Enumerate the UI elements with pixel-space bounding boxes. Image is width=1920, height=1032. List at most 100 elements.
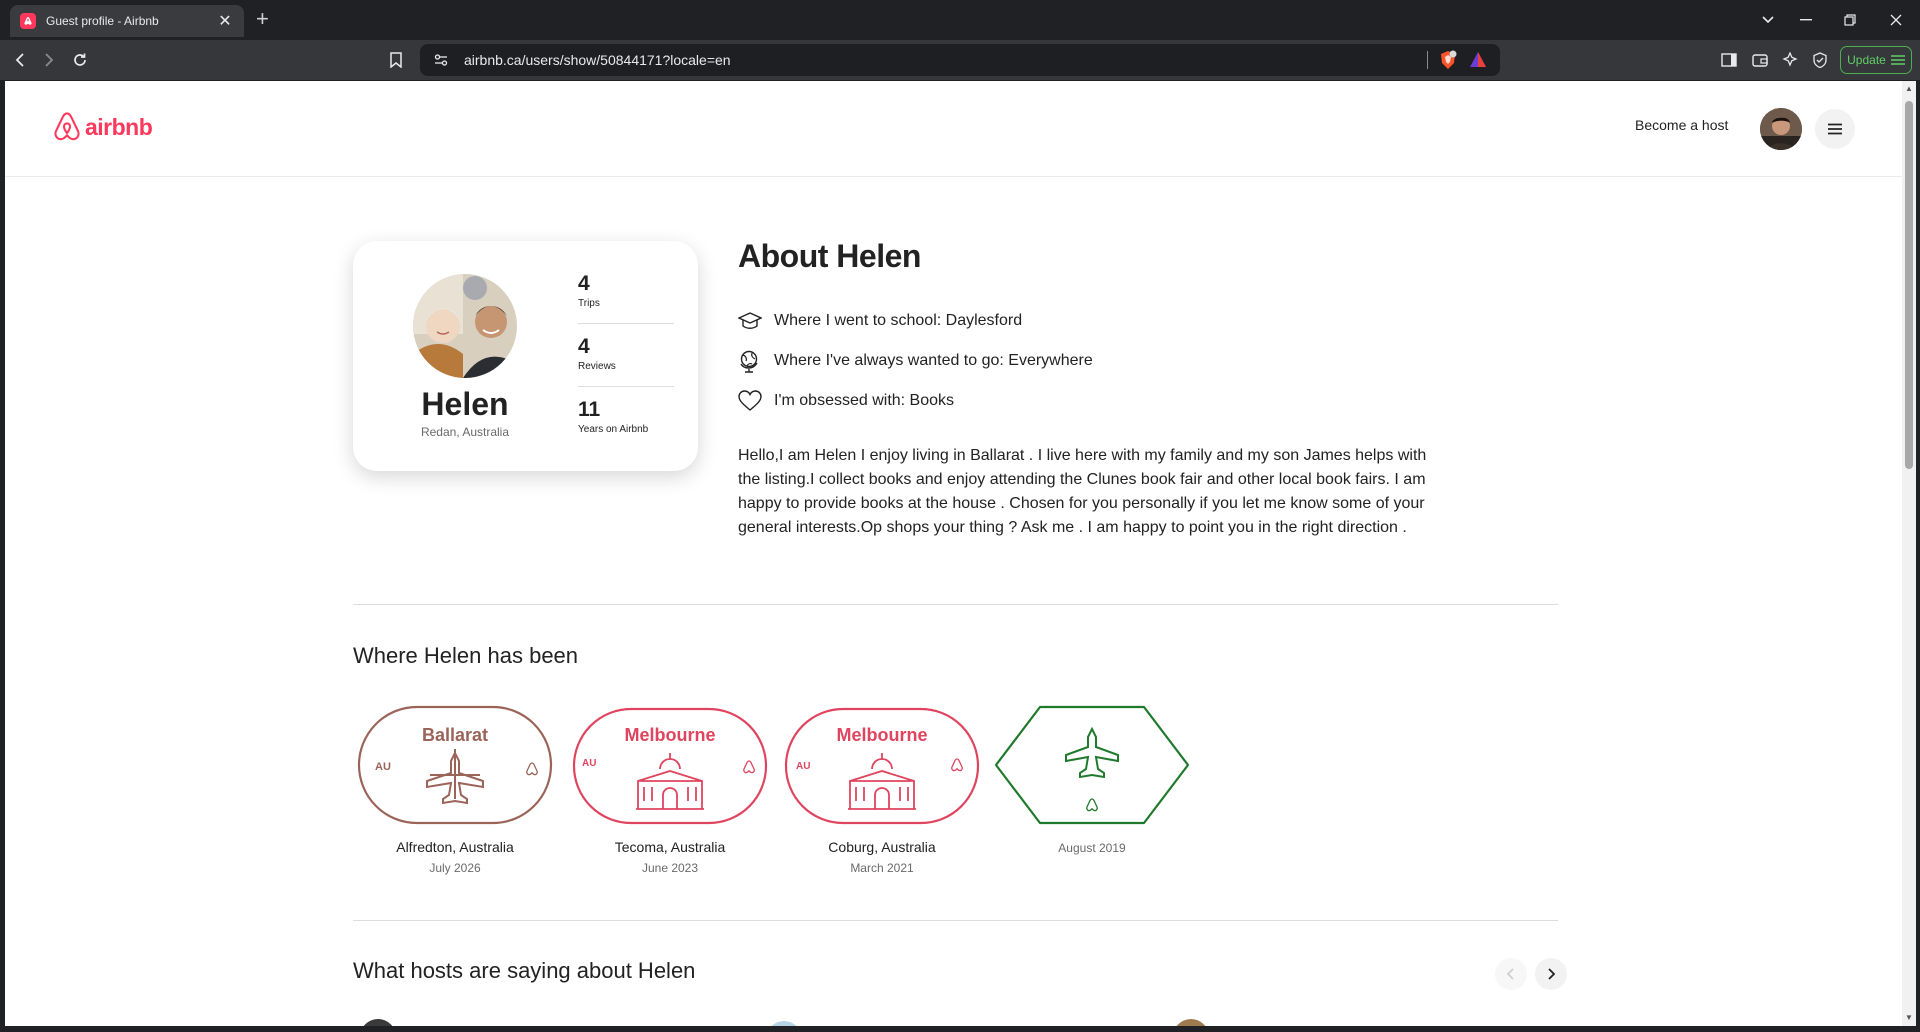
restore-icon[interactable] bbox=[1838, 8, 1862, 32]
stat-value: 11 bbox=[578, 398, 601, 421]
reviews-title: What hosts are saying about Helen bbox=[353, 958, 696, 983]
tab-title: Guest profile - Airbnb bbox=[46, 14, 159, 28]
section-divider bbox=[353, 604, 1558, 605]
building-icon bbox=[636, 753, 704, 810]
globe-icon bbox=[740, 350, 758, 373]
airplane-icon bbox=[1065, 726, 1119, 779]
tab-search-chevron-icon[interactable] bbox=[1756, 8, 1780, 32]
stat-reviews[interactable]: 4 Reviews bbox=[578, 335, 674, 372]
hamburger-icon bbox=[1828, 123, 1842, 135]
about-fact-text: Where I've always wanted to go: Everywhe… bbox=[774, 352, 1093, 369]
airbnb-belo-icon bbox=[1086, 798, 1098, 812]
stamp-place: Tecoma, Australia bbox=[614, 839, 726, 855]
passport-stamp-graphic: Melbourne AU bbox=[784, 707, 980, 825]
new-tab-icon[interactable]: + bbox=[256, 8, 269, 30]
main-menu-button[interactable] bbox=[1815, 109, 1855, 149]
carousel-prev-button[interactable] bbox=[1495, 958, 1527, 990]
hamburger-menu-icon bbox=[1890, 55, 1905, 65]
wallet-icon[interactable] bbox=[1750, 50, 1770, 70]
stamp-country: AU bbox=[582, 758, 596, 769]
review-avatar[interactable] bbox=[766, 1021, 802, 1026]
bookmark-icon[interactable] bbox=[385, 49, 407, 71]
stamp-city: Melbourne bbox=[624, 725, 715, 745]
browser-tab[interactable]: Guest profile - Airbnb ✕ bbox=[10, 5, 244, 37]
logo-text: airbnb bbox=[85, 113, 153, 140]
about-fact-school: Where I went to school: Daylesford bbox=[738, 309, 1022, 333]
about-title: About Helen bbox=[738, 238, 921, 274]
stat-years: 11 Years on Airbnb bbox=[578, 398, 674, 435]
stamp-date: August 2019 bbox=[1058, 841, 1126, 855]
minimize-icon[interactable] bbox=[1794, 8, 1818, 32]
stamp-city: Melbourne bbox=[836, 725, 927, 745]
where-been-title: Where Helen has been bbox=[353, 643, 579, 668]
carousel-next-button[interactable] bbox=[1535, 958, 1567, 990]
scrollbar-thumb[interactable] bbox=[1905, 101, 1913, 469]
site-header: airbnb Become a host bbox=[5, 81, 1902, 177]
user-avatar[interactable] bbox=[1760, 108, 1802, 150]
section-divider bbox=[353, 920, 1558, 921]
airbnb-logo[interactable]: airbnb bbox=[52, 111, 153, 143]
airbnb-belo-icon bbox=[951, 758, 963, 772]
passport-stamp-graphic: Ballarat AU bbox=[357, 705, 553, 825]
stat-label: Reviews bbox=[578, 361, 616, 372]
chevron-right-icon bbox=[1548, 968, 1555, 980]
leo-ai-icon[interactable] bbox=[1780, 50, 1800, 70]
stamp-country: AU bbox=[796, 761, 810, 772]
about-fact-text: I'm obsessed with: Books bbox=[774, 392, 955, 409]
airbnb-belo-icon bbox=[526, 762, 538, 776]
stat-trips: 4 Trips bbox=[578, 272, 674, 309]
profile-card: Helen Redan, Australia 4 Trips 4 Reviews… bbox=[353, 241, 698, 471]
sidebar-toggle-icon[interactable] bbox=[1719, 50, 1739, 70]
address-bar[interactable]: airbnb.ca/users/show/50844171?locale=en bbox=[420, 44, 1500, 76]
address-bar-separator bbox=[1427, 51, 1428, 69]
graduation-cap-icon bbox=[738, 312, 762, 329]
brave-rewards-icon[interactable] bbox=[1468, 50, 1488, 70]
stamp-date: July 2026 bbox=[429, 861, 481, 875]
stat-value: 4 bbox=[578, 272, 590, 295]
profile-name: Helen bbox=[421, 386, 509, 422]
building-icon bbox=[848, 753, 916, 810]
about-bio: Hello,I am Helen I enjoy living in Balla… bbox=[738, 447, 1427, 536]
close-window-icon[interactable] bbox=[1884, 8, 1908, 32]
review-avatar[interactable] bbox=[360, 1019, 396, 1026]
update-button[interactable]: Update bbox=[1840, 46, 1912, 74]
back-icon[interactable] bbox=[9, 49, 31, 71]
become-a-host-link[interactable]: Become a host bbox=[1635, 117, 1728, 133]
chevron-left-icon bbox=[1507, 968, 1514, 980]
stat-divider bbox=[578, 323, 674, 324]
stamp-date: June 2023 bbox=[641, 861, 699, 875]
update-label: Update bbox=[1847, 53, 1886, 67]
scroll-up-arrow-icon[interactable]: ▲ bbox=[1904, 84, 1914, 94]
review-avatar[interactable] bbox=[1173, 1019, 1209, 1026]
profile-photo[interactable] bbox=[413, 274, 517, 378]
airbnb-favicon-icon bbox=[20, 13, 36, 29]
airbnb-belo-icon bbox=[743, 760, 755, 774]
stamp-place: Alfredton, Australia bbox=[396, 839, 514, 855]
stamp-date: March 2021 bbox=[850, 861, 914, 875]
page-scrollbar[interactable]: ▲ ▼ bbox=[1902, 81, 1916, 1026]
site-settings-icon[interactable] bbox=[432, 51, 450, 69]
airbnb-belo-icon bbox=[54, 112, 80, 141]
stat-label: Trips bbox=[578, 298, 600, 309]
profile-location: Redan, Australia bbox=[420, 425, 510, 439]
reload-icon[interactable] bbox=[69, 49, 91, 71]
about-fact-obsessed: I'm obsessed with: Books bbox=[738, 389, 954, 413]
forward-icon[interactable] bbox=[38, 49, 60, 71]
page-viewport: airbnb Become a host Helen Redan, Austra… bbox=[5, 81, 1902, 1026]
stat-label: Years on Airbnb bbox=[578, 424, 649, 435]
about-fact-text: Where I went to school: Daylesford bbox=[774, 312, 1023, 329]
about-fact-travel: Where I've always wanted to go: Everywhe… bbox=[738, 349, 1093, 373]
stamp-country: AU bbox=[375, 761, 391, 773]
browser-toolbar: airbnb.ca/users/show/50844171?locale=en … bbox=[0, 40, 1920, 80]
url-text: airbnb.ca/users/show/50844171?locale=en bbox=[464, 52, 731, 68]
stat-value: 4 bbox=[578, 335, 590, 358]
stamp-place: Coburg, Australia bbox=[828, 839, 936, 855]
passport-stamp-graphic: Melbourne AU bbox=[572, 707, 768, 825]
stat-divider bbox=[578, 386, 674, 387]
tab-close-icon[interactable]: ✕ bbox=[216, 11, 234, 31]
passport-stamp-graphic bbox=[994, 705, 1190, 825]
scroll-down-arrow-icon[interactable]: ▼ bbox=[1904, 1013, 1914, 1023]
brave-shields-icon[interactable] bbox=[1438, 50, 1458, 70]
vpn-shield-icon[interactable] bbox=[1810, 50, 1830, 70]
airplane-icon bbox=[426, 749, 484, 805]
